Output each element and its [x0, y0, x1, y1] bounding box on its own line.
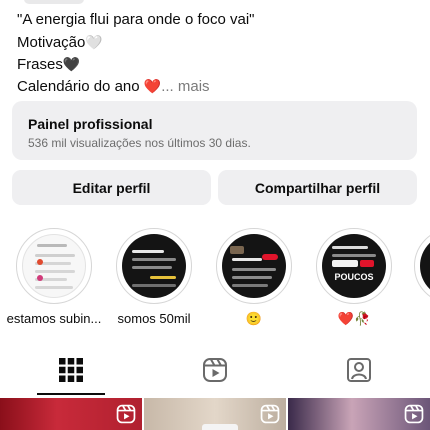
profile-bio: "A energia flui para onde o foco vai" Mo…: [17, 9, 420, 97]
bio-calendar-text: Calendário do ano: [17, 78, 144, 95]
bio-line-phrases: Frases🖤: [17, 53, 420, 75]
highlight-cover: [122, 234, 186, 298]
bio-line-quote: "A energia flui para onde o foco vai": [17, 9, 420, 31]
story-highlight[interactable]: somos 50mil: [114, 228, 194, 326]
grid-icon[interactable]: [58, 357, 84, 383]
highlight-ring: [216, 228, 292, 304]
bio-phrases-text: Frases: [17, 56, 63, 73]
black-heart-icon: 🖤: [62, 56, 81, 72]
highlight-ring: POUCOS: [316, 228, 392, 304]
tagged-icon[interactable]: [346, 357, 372, 383]
white-heart-icon: 🤍: [85, 34, 103, 50]
highlight-label: 🙂: [245, 311, 263, 326]
edit-profile-button[interactable]: Editar perfil: [12, 170, 211, 205]
story-highlight[interactable]: estamos subin...: [7, 228, 101, 326]
share-profile-button[interactable]: Compartilhar perfil: [218, 170, 417, 205]
bio-more-link[interactable]: ... mais: [161, 78, 209, 95]
post-thumbnail[interactable]: [288, 398, 430, 430]
red-heart-icon: ❤️: [143, 78, 162, 94]
reel-badge-icon: [260, 404, 280, 424]
professional-dashboard-title: Painel profissional: [28, 116, 153, 132]
highlight-ring: [16, 228, 92, 304]
highlight-cover: POUCOS: [322, 234, 386, 298]
selected-tab-indicator: [37, 393, 105, 395]
reel-badge-icon: [116, 404, 136, 424]
highlight-cover: [22, 234, 86, 298]
reels-icon[interactable]: [202, 357, 228, 383]
highlight-label: ❤️🥀: [337, 311, 371, 326]
story-highlight-partial[interactable]: [414, 228, 430, 308]
highlight-ring: [116, 228, 192, 304]
reel-badge-icon: [404, 404, 424, 424]
bio-line-motivation: Motivação🤍: [17, 31, 420, 53]
professional-dashboard-views: 536 mil visualizações nos últimos 30 dia…: [28, 136, 251, 150]
bio-quote-text: "A energia flui para onde o foco vai": [17, 11, 255, 28]
professional-dashboard[interactable]: Painel profissional 536 mil visualizaçõe…: [12, 101, 417, 160]
top-edge-fragment: [24, 0, 84, 4]
highlight-label: somos 50mil: [117, 311, 191, 326]
bio-motivation-text: Motivação: [17, 34, 86, 51]
highlight-label: estamos subin...: [6, 311, 102, 326]
bio-line-calendar: Calendário do ano ❤️... mais: [17, 75, 420, 97]
post-thumbnail[interactable]: [0, 398, 142, 430]
highlight-cover: [222, 234, 286, 298]
highlight-cover-text: POUCOS: [334, 272, 374, 282]
story-highlight[interactable]: 🙂: [214, 228, 294, 326]
story-highlight[interactable]: POUCOS ❤️🥀: [314, 228, 394, 326]
post-thumbnail[interactable]: [144, 398, 286, 430]
